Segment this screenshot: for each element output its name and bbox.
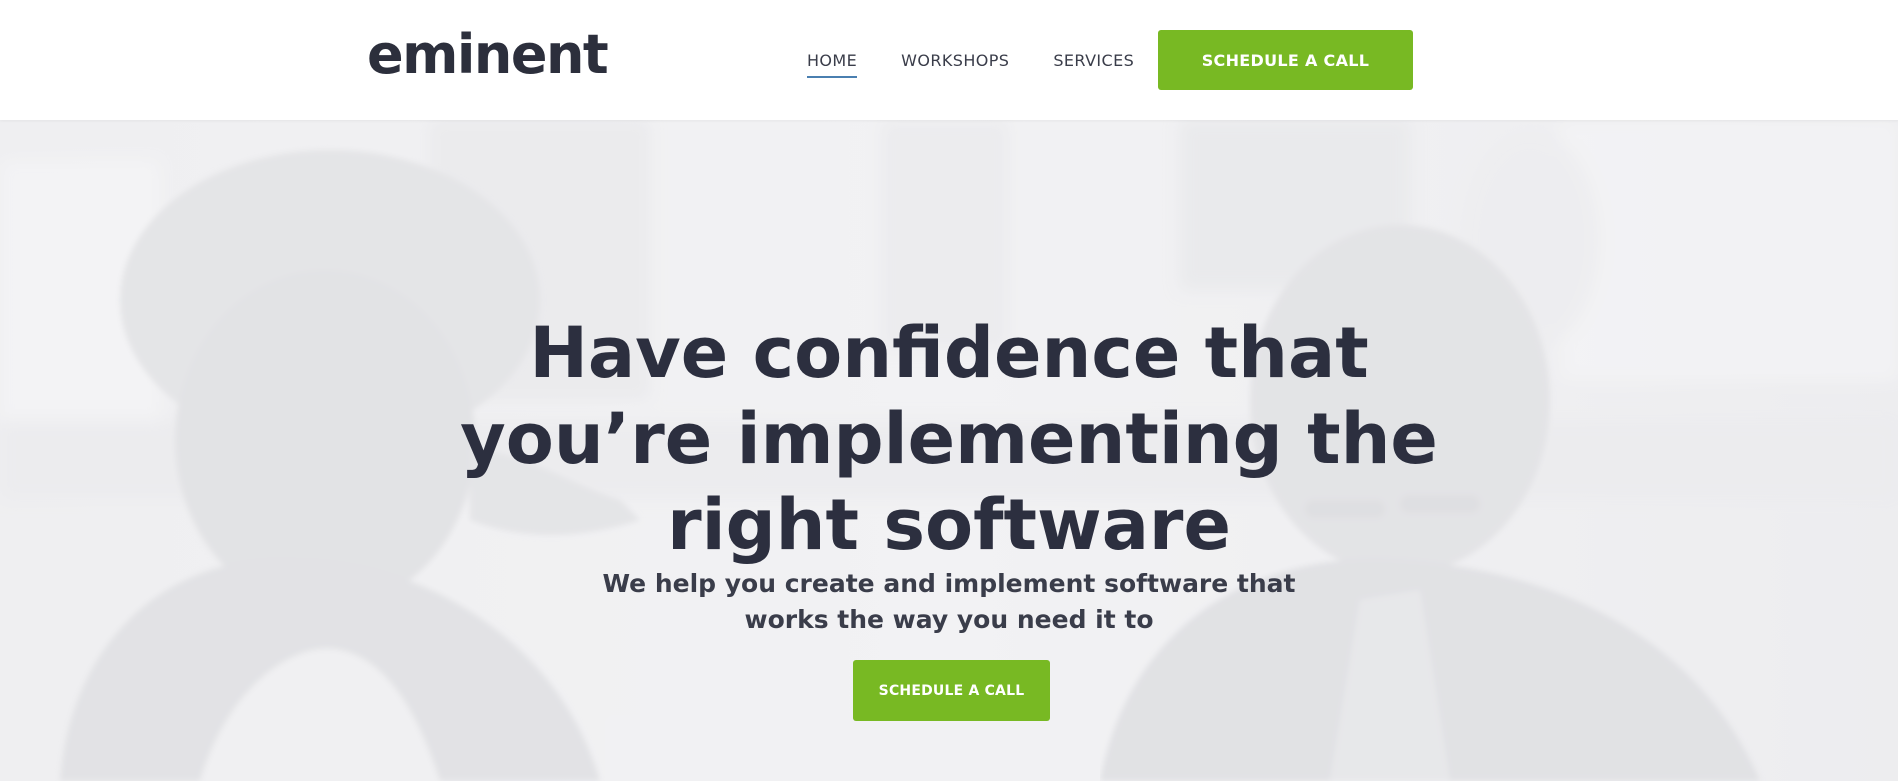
header-schedule-call-button[interactable]: SCHEDULE A CALL [1158, 30, 1413, 90]
nav-home[interactable]: HOME [807, 45, 858, 78]
hero-subtitle: We help you create and implement softwar… [599, 566, 1299, 638]
hero-title-line: you’re implementing the [460, 398, 1438, 480]
hero-content: Have confidence that you’re implementing… [0, 120, 1898, 781]
hero-title-line: Have confidence that [529, 312, 1369, 394]
hero-schedule-call-button[interactable]: SCHEDULE A CALL [853, 660, 1050, 721]
hero-title: Have confidence that you’re implementing… [449, 310, 1449, 568]
nav-workshops[interactable]: WORKSHOPS [901, 45, 1009, 76]
hero-title-line: right software [667, 484, 1231, 566]
nav-services[interactable]: SERVICES [1053, 45, 1134, 76]
main-nav: HOME WORKSHOPS SERVICES [807, 0, 1178, 120]
page: eminent HOME WORKSHOPS SERVICES SCHEDULE… [0, 0, 1898, 781]
hero-section: Have confidence that you’re implementing… [0, 120, 1898, 781]
hero-subtitle-line: We help you create and implement softwar… [602, 569, 1296, 598]
logo[interactable]: eminent [367, 28, 609, 82]
hero-subtitle-line: works the way you need it to [744, 605, 1154, 634]
site-header: eminent HOME WORKSHOPS SERVICES SCHEDULE… [0, 0, 1898, 120]
